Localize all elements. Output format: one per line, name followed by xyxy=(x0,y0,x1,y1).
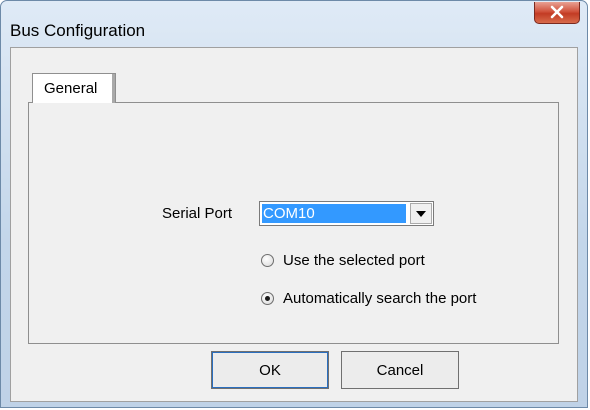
tab-panel-general: Serial Port COM10 Use the selected port … xyxy=(28,102,559,344)
serial-port-dropdown[interactable]: COM10 xyxy=(259,201,434,226)
radio-use-selected-port-label: Use the selected port xyxy=(283,252,425,269)
close-button[interactable] xyxy=(534,2,580,24)
ok-button[interactable]: OK xyxy=(211,351,329,389)
close-icon xyxy=(550,5,564,19)
serial-port-label: Serial Port xyxy=(162,205,233,222)
cancel-button[interactable]: Cancel xyxy=(341,351,459,389)
tab-general-label: General xyxy=(44,80,98,97)
dialog-window: Bus Configuration General Serial Port CO… xyxy=(0,0,588,408)
tab-general[interactable]: General xyxy=(32,73,116,103)
serial-port-selected-value: COM10 xyxy=(262,204,406,223)
title-bar[interactable]: Bus Configuration xyxy=(1,1,587,47)
radio-auto-search-port-label: Automatically search the port xyxy=(283,290,477,307)
chevron-down-icon xyxy=(416,211,426,217)
dialog-client-area: General Serial Port COM10 Use the select… xyxy=(10,47,578,402)
dropdown-button[interactable] xyxy=(410,203,432,224)
radio-button-unselected[interactable] xyxy=(261,254,274,267)
radio-button-selected[interactable] xyxy=(261,292,274,305)
window-title: Bus Configuration xyxy=(10,21,146,40)
